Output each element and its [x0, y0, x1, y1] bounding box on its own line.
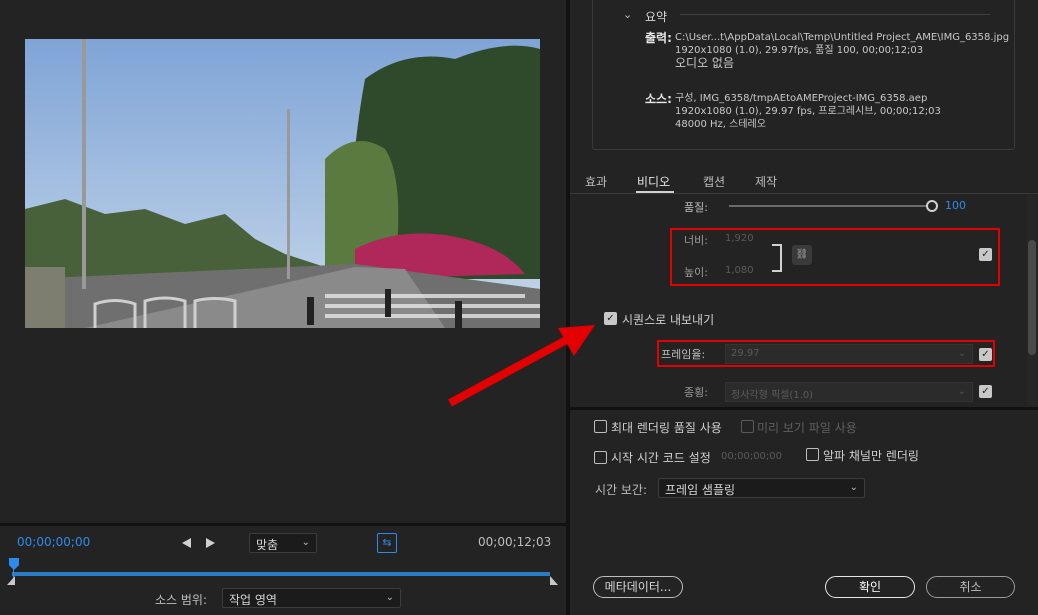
chevron-down-icon: ⌄: [957, 348, 966, 359]
fit-select-value: 맞춤: [256, 538, 279, 552]
cancel-button[interactable]: 취소: [926, 576, 1015, 598]
range-in-handle[interactable]: [7, 576, 15, 585]
frame-rate-value: 29.97: [731, 348, 760, 359]
chevron-down-icon[interactable]: ⌄: [623, 8, 632, 21]
frame-rate-match-checkbox[interactable]: ✓: [979, 348, 992, 361]
width-height-match-checkbox[interactable]: ✓: [979, 248, 992, 261]
height-field[interactable]: 1,080: [725, 265, 754, 276]
scrollbar-thumb[interactable]: [1028, 240, 1036, 355]
chevron-down-icon: ⌄: [301, 537, 310, 548]
chevron-down-icon: ⌄: [957, 386, 966, 397]
link-bracket: [772, 244, 782, 272]
summary-title[interactable]: 요약: [645, 8, 667, 25]
chevron-down-icon: ⌄: [849, 482, 858, 493]
timecode-current[interactable]: 00;00;00;00: [17, 535, 90, 549]
max-render-checkbox[interactable]: [594, 420, 607, 433]
aspect-label: 종횡:: [684, 386, 708, 399]
export-sequence-checkbox[interactable]: ✓: [604, 312, 617, 325]
metadata-button[interactable]: 메타데이터...: [593, 576, 683, 598]
width-field[interactable]: 1,920: [725, 233, 754, 244]
right-panel-separator: [570, 407, 1038, 410]
quality-label: 품질:: [684, 201, 708, 214]
mark-in-icon[interactable]: [182, 538, 191, 548]
fit-select[interactable]: 맞춤 ⌄: [249, 533, 317, 553]
tab-captions[interactable]: 캡션: [703, 173, 725, 190]
time-interpolation-select[interactable]: 프레임 샘플링 ⌄: [658, 478, 865, 498]
red-arrow-annotation: [448, 325, 595, 407]
export-sequence-label[interactable]: 시퀀스로 내보내기: [622, 311, 714, 328]
width-label: 너비:: [684, 234, 708, 247]
max-render-label[interactable]: 최대 렌더링 품질 사용: [611, 419, 722, 436]
source-scaling-icon[interactable]: ⇆: [377, 533, 397, 553]
source-label: 소스:: [645, 92, 672, 106]
set-start-timecode-label[interactable]: 시작 시간 코드 설정: [611, 449, 711, 466]
source-path: 구성, IMG_6358/tmpAEtoAMEProject-IMG_6358.…: [675, 93, 928, 104]
output-label: 출력:: [645, 31, 672, 45]
tab-video[interactable]: 비디오: [637, 173, 670, 190]
quality-value[interactable]: 100: [945, 199, 966, 212]
output-path: C:\User...t\AppData\Local\Temp\Untitled …: [675, 32, 1010, 43]
alpha-only-label[interactable]: 알파 채널만 렌더링: [823, 447, 919, 464]
source-range-select[interactable]: 작업 영역 ⌄: [222, 588, 401, 608]
video-preview-frame: [25, 39, 540, 328]
quality-slider-knob[interactable]: [926, 200, 938, 212]
quality-slider[interactable]: [729, 205, 929, 207]
tab-publish[interactable]: 제작: [755, 173, 777, 190]
use-previews-checkbox[interactable]: [741, 420, 754, 433]
source-range-value: 작업 영역: [229, 593, 277, 607]
aspect-value: 정사각형 픽셀(1.0): [731, 390, 814, 401]
use-previews-label[interactable]: 미리 보기 파일 사용: [757, 419, 857, 436]
set-start-timecode-checkbox[interactable]: [594, 451, 607, 464]
link-icon[interactable]: ⛓: [792, 245, 812, 265]
alpha-only-checkbox[interactable]: [806, 448, 819, 461]
tab-bar-divider: [570, 193, 1038, 194]
timeline-track[interactable]: [12, 572, 550, 576]
range-out-handle[interactable]: [550, 576, 558, 585]
left-panel-separator: [0, 523, 566, 526]
active-tab-indicator: [636, 191, 674, 193]
source-audio: 48000 Hz, 스테레오: [675, 119, 766, 130]
source-specs: 1920x1080 (1.0), 29.97 fps, 프로그레시브, 00;0…: [675, 106, 941, 117]
source-range-label: 소스 범위:: [155, 593, 208, 607]
height-label: 높이:: [684, 266, 708, 279]
frame-rate-label: 프레임율:: [661, 348, 706, 361]
output-audio: 오디오 없음: [675, 56, 735, 70]
mark-out-icon[interactable]: [206, 538, 215, 548]
tab-effects[interactable]: 효과: [585, 173, 607, 190]
aspect-select[interactable]: 정사각형 픽셀(1.0) ⌄: [725, 382, 973, 402]
summary-rule: [680, 14, 990, 15]
ok-button[interactable]: 확인: [825, 576, 915, 598]
frame-rate-select[interactable]: 29.97 ⌄: [725, 344, 973, 364]
chevron-down-icon: ⌄: [385, 592, 394, 603]
time-interpolation-value: 프레임 샘플링: [665, 483, 736, 497]
timecode-duration: 00;00;12;03: [478, 535, 552, 549]
start-timecode-field[interactable]: 00;00;00;00: [721, 451, 782, 462]
aspect-match-checkbox[interactable]: ✓: [979, 385, 992, 398]
width-height-highlight: [670, 228, 1000, 286]
time-interpolation-label: 시간 보간:: [595, 483, 648, 497]
